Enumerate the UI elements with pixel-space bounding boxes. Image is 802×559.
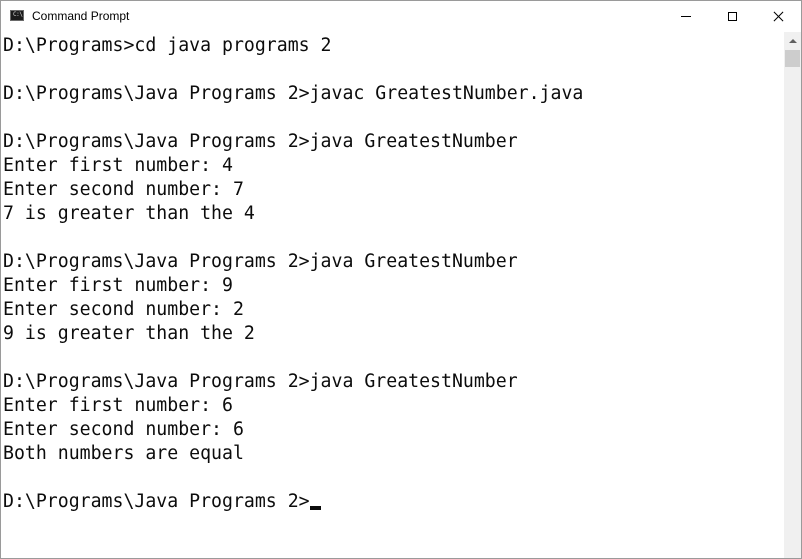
maximize-icon [727,12,737,21]
console-prompt: D:\Programs\Java Programs 2> [3,491,310,512]
minimize-icon [681,16,691,17]
command-prompt-icon: C:\ [10,10,24,21]
vertical-scrollbar[interactable] [784,32,801,558]
console-line: Enter second number: 2 [3,299,244,320]
text-cursor [309,506,321,510]
close-button[interactable] [755,1,801,32]
console-line: 9 is greater than the 2 [3,323,255,344]
console-line: D:\Programs\Java Programs 2>javac Greate… [3,83,584,104]
console-line: Enter second number: 7 [3,179,244,200]
console-line: D:\Programs\Java Programs 2>java Greates… [3,251,518,272]
command-prompt-window: C:\ Command Prompt D:\Programs>cd java p… [0,0,802,559]
console-line: Enter first number: 4 [3,155,233,176]
console-line: D:\Programs>cd java programs 2 [3,35,332,56]
console-output[interactable]: D:\Programs>cd java programs 2 D:\Progra… [1,32,784,558]
console-line: D:\Programs\Java Programs 2>java Greates… [3,371,518,392]
console-prompt-line[interactable]: D:\Programs\Java Programs 2> [3,490,583,514]
maximize-button[interactable] [709,1,755,32]
console-line: D:\Programs\Java Programs 2>java Greates… [3,131,518,152]
scroll-thumb[interactable] [785,50,800,67]
scroll-up-arrow-icon[interactable] [784,32,801,49]
close-icon [773,11,784,22]
console-line: Enter second number: 6 [3,419,244,440]
console-line: Enter first number: 9 [3,275,233,296]
console-lines: D:\Programs>cd java programs 2 D:\Progra… [3,34,583,514]
title-bar[interactable]: C:\ Command Prompt [1,1,801,32]
console-line: Both numbers are equal [3,443,244,464]
console-line: 7 is greater than the 4 [3,203,255,224]
minimize-button[interactable] [663,1,709,32]
console-line: Enter first number: 6 [3,395,233,416]
window-title: Command Prompt [32,9,130,23]
